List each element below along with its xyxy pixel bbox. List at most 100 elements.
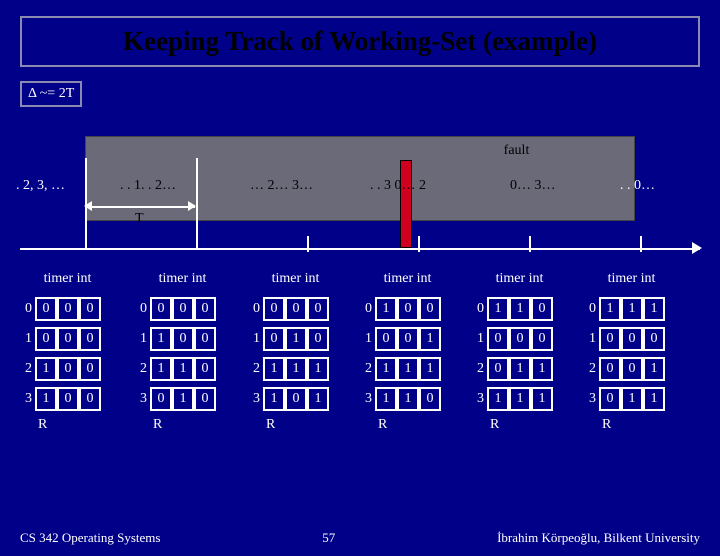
bit-cell: 0 [487,329,509,349]
bit-cell: 0 [307,299,329,319]
bit-cell: 0 [531,299,553,319]
bit-cell: 0 [194,389,216,409]
bit-cell: 1 [621,299,643,319]
bit-cell: 0 [35,329,57,349]
bit-cell: 0 [79,389,101,409]
page-id: 2 [248,361,260,377]
timer-int-label: timer int [584,271,679,287]
table-row: 2001 [584,357,679,381]
seq-3: . . 3 0… 2 [370,178,426,194]
page-id: 2 [20,361,32,377]
page-id: 0 [248,301,260,317]
bit-cell: 0 [150,389,172,409]
table-row: 3011 [584,387,679,411]
bit-cell: 0 [419,389,441,409]
bit-cell: 0 [599,329,621,349]
page-table-1: timer int0000110021103010R [135,271,230,433]
footer-author: İbrahim Körpeoğlu, Bilkent University [497,530,700,546]
footer: CS 342 Operating Systems 57 İbrahim Körp… [20,530,700,546]
bit-cell: 1 [509,389,531,409]
bit-cell: 1 [643,389,665,409]
bit-cell: 0 [531,329,553,349]
bit-cell: 0 [57,389,79,409]
bit-cell: 1 [263,389,285,409]
page-id: 1 [360,331,372,347]
bit-cell: 0 [172,329,194,349]
bit-cell: 0 [79,299,101,319]
seq-0: . 2, 3, … [16,178,65,194]
table-row: 2100 [20,357,115,381]
tick-1 [196,158,198,248]
r-column-label: R [602,417,679,433]
bit-cell: 1 [307,389,329,409]
bit-cell: 0 [599,359,621,379]
bit-cell: 0 [643,329,665,349]
page-id: 2 [584,361,596,377]
bit-cell: 1 [509,299,531,319]
page-id: 3 [584,391,596,407]
bit-cell: 0 [57,329,79,349]
table-row: 1000 [472,327,567,351]
bit-cell: 0 [57,359,79,379]
bit-cell: 0 [307,329,329,349]
bit-cell: 1 [643,359,665,379]
seq-1: . . 1. . 2… [120,178,176,194]
table-row: 0000 [248,297,343,321]
bit-cell: 1 [487,299,509,319]
timer-int-label: timer int [360,271,455,287]
bit-cell: 1 [35,359,57,379]
r-column-label: R [38,417,115,433]
page-id: 0 [360,301,372,317]
timer-int-label: timer int [248,271,343,287]
bit-cell: 0 [194,299,216,319]
table-row: 0111 [584,297,679,321]
seq-2: … 2… 3… [250,178,313,194]
timeline-diagram: fault . 2, 3, … . . 1. . 2… … 2… 3… . . … [20,136,700,251]
title-box: Keeping Track of Working-Set (example) [20,16,700,67]
bit-cell: 0 [509,329,531,349]
page-id: 2 [360,361,372,377]
timer-int-label: timer int [20,271,115,287]
bit-cell: 1 [172,359,194,379]
table-row: 1001 [360,327,455,351]
bit-cell: 0 [172,299,194,319]
table-row: 0000 [20,297,115,321]
bit-cell: 1 [509,359,531,379]
bit-cell: 1 [643,299,665,319]
bit-cell: 1 [172,389,194,409]
table-row: 2111 [248,357,343,381]
bit-cell: 1 [375,389,397,409]
table-row: 2110 [135,357,230,381]
bit-cell: 0 [35,299,57,319]
delta-formula: Δ ~= 2T [20,81,82,107]
bit-cell: 0 [621,359,643,379]
table-row: 3101 [248,387,343,411]
page-id: 0 [472,301,484,317]
table-row: 3110 [360,387,455,411]
table-row: 2011 [472,357,567,381]
r-column-label: R [153,417,230,433]
bit-cell: 1 [150,359,172,379]
page-id: 3 [135,391,147,407]
bit-cell: 0 [487,359,509,379]
bit-cell: 1 [487,389,509,409]
table-row: 0100 [360,297,455,321]
bit-cell: 1 [531,359,553,379]
table-row: 0000 [135,297,230,321]
fault-label: fault [489,143,544,159]
t-label: T [135,211,144,227]
bit-cell: 0 [397,329,419,349]
tick-0 [85,158,87,248]
bit-cell: 1 [531,389,553,409]
page-table-3: timer int0100100121113110R [360,271,455,433]
bit-cell: 0 [194,329,216,349]
bit-cell: 0 [397,299,419,319]
bit-cell: 1 [263,359,285,379]
page-id: 1 [20,331,32,347]
page-id: 1 [584,331,596,347]
table-row: 1000 [20,327,115,351]
r-column-label: R [266,417,343,433]
bit-cell: 1 [397,389,419,409]
page-id: 3 [472,391,484,407]
page-id: 3 [360,391,372,407]
